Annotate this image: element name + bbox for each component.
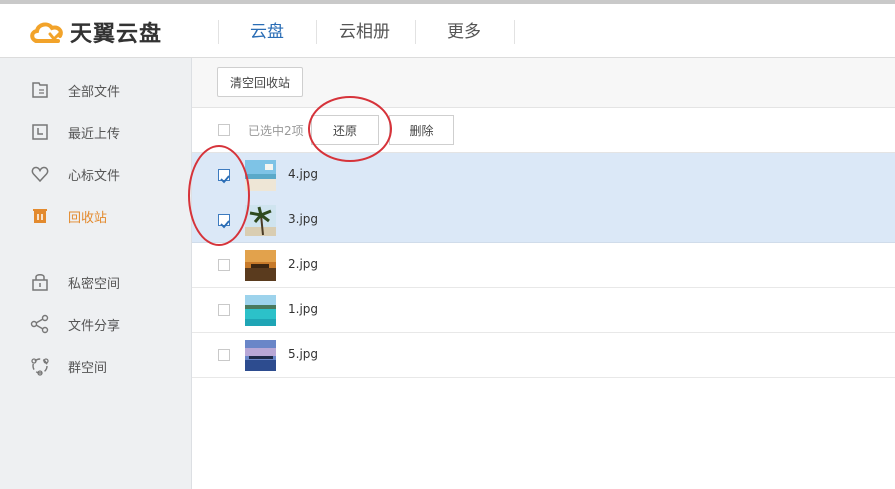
delete-button[interactable]: 删除 xyxy=(389,115,454,145)
folder-icon xyxy=(32,82,48,98)
share-icon xyxy=(30,314,49,334)
annotation-circle xyxy=(188,145,250,246)
file-row[interactable]: 3.jpg xyxy=(192,198,895,243)
annotation-circle xyxy=(308,96,392,162)
row-checkbox[interactable] xyxy=(218,304,230,316)
sidebar-item-label: 最近上传 xyxy=(68,127,121,142)
sidebar-item-file-share[interactable]: 文件分享 xyxy=(0,310,191,338)
sidebar-item-label: 群空间 xyxy=(68,361,108,376)
image-thumbnail xyxy=(245,250,276,281)
sidebar-item-label: 文件分享 xyxy=(68,319,121,334)
sidebar-item-label: 回收站 xyxy=(68,211,108,226)
group-icon xyxy=(31,358,49,376)
sidebar-item-label: 全部文件 xyxy=(68,85,121,100)
file-name[interactable]: 5.jpg xyxy=(288,347,318,361)
sidebar-item-all-files[interactable]: 全部文件 xyxy=(0,76,191,104)
tab-cloud-disk[interactable]: 云盘 xyxy=(250,20,284,44)
sidebar-item-label: 私密空间 xyxy=(68,277,121,292)
heart-icon xyxy=(31,166,49,183)
clock-icon xyxy=(32,124,48,140)
nav-divider xyxy=(316,20,317,44)
nav-divider xyxy=(415,20,416,44)
file-row[interactable]: 1.jpg xyxy=(192,288,895,333)
image-thumbnail xyxy=(245,295,276,326)
tab-cloud-album[interactable]: 云相册 xyxy=(339,20,390,44)
file-name[interactable]: 1.jpg xyxy=(288,302,318,316)
sidebar-item-recycle-bin[interactable]: 回收站 xyxy=(0,202,191,230)
sidebar-item-group-space[interactable]: 群空间 xyxy=(0,352,191,380)
cloud-logo-icon xyxy=(30,22,63,43)
image-thumbnail xyxy=(245,340,276,371)
app-header: 天翼云盘 云盘 云相册 更多 xyxy=(0,4,895,58)
app-logo[interactable]: 天翼云盘 xyxy=(28,18,163,47)
nav-divider xyxy=(218,20,219,44)
file-name[interactable]: 2.jpg xyxy=(288,257,318,271)
tab-more[interactable]: 更多 xyxy=(447,20,481,44)
recycle-toolbar: 清空回收站 xyxy=(192,58,895,108)
image-thumbnail xyxy=(245,205,276,236)
sidebar-item-recent-uploads[interactable]: 最近上传 xyxy=(0,118,191,146)
sidebar-item-label: 心标文件 xyxy=(68,169,121,184)
file-row[interactable]: 4.jpg xyxy=(192,153,895,198)
file-name[interactable]: 3.jpg xyxy=(288,212,318,226)
selection-toolbar: 已选中2项 还原 删除 xyxy=(192,108,895,153)
sidebar-item-private-space[interactable]: 私密空间 xyxy=(0,268,191,296)
image-thumbnail xyxy=(245,160,276,191)
selection-count: 已选中2项 xyxy=(248,124,304,138)
select-all-checkbox[interactable] xyxy=(218,124,230,136)
lock-icon xyxy=(32,274,48,291)
file-row[interactable]: 2.jpg xyxy=(192,243,895,288)
file-row[interactable]: 5.jpg xyxy=(192,333,895,378)
file-name[interactable]: 4.jpg xyxy=(288,167,318,181)
sidebar-item-hearted-files[interactable]: 心标文件 xyxy=(0,160,191,188)
sidebar: 全部文件 最近上传 心标文件 回收站 私密空间 文件分享 群空间 xyxy=(0,58,192,489)
nav-divider xyxy=(514,20,515,44)
empty-recycle-bin-button[interactable]: 清空回收站 xyxy=(217,67,303,97)
trash-icon xyxy=(33,209,47,223)
row-checkbox[interactable] xyxy=(218,349,230,361)
logo-text: 天翼云盘 xyxy=(70,22,163,47)
row-checkbox[interactable] xyxy=(218,259,230,271)
